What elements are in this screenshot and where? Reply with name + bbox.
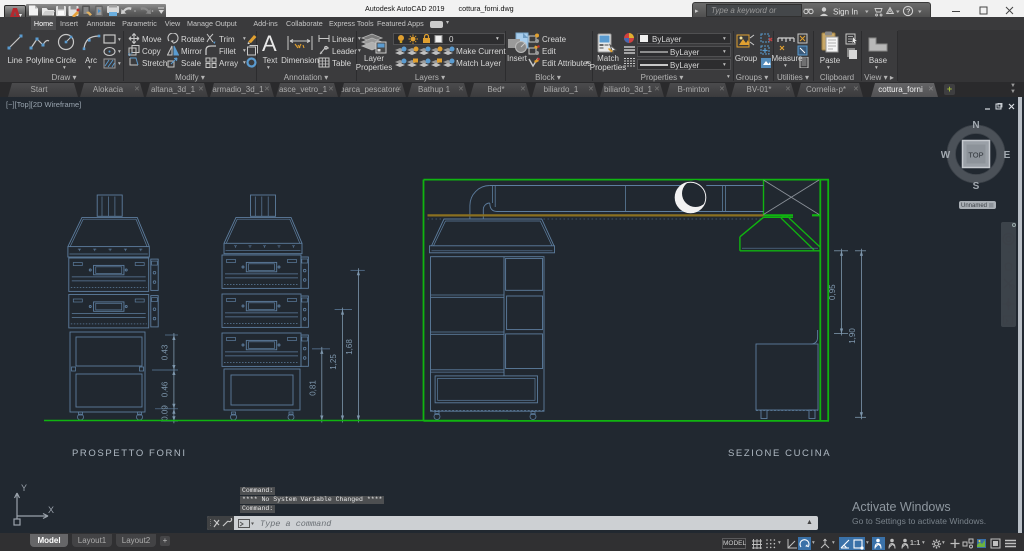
svg-text:o°: o°: [128, 52, 133, 56]
svg-text:1,68: 1,68: [345, 339, 354, 355]
svg-text:TOP: TOP: [968, 151, 983, 160]
svg-text:E: E: [1004, 150, 1011, 161]
svg-text:Unnamed: Unnamed: [961, 203, 987, 209]
svg-text:0.43: 0.43: [160, 344, 169, 360]
svg-text:N: N: [972, 120, 979, 131]
svg-text:1,25: 1,25: [329, 354, 338, 370]
svg-text:Sign In: Sign In: [833, 8, 858, 17]
svg-text:0.09: 0.09: [160, 405, 169, 421]
svg-text:A: A: [262, 32, 277, 54]
svg-text:X: X: [48, 505, 54, 515]
svg-text:PROSPETTO FORNI: PROSPETTO FORNI: [72, 448, 187, 459]
svg-text:0,95: 0,95: [828, 284, 837, 300]
svg-text:0.46: 0.46: [160, 381, 169, 397]
svg-text:SEZIONE CUCINA: SEZIONE CUCINA: [728, 448, 831, 459]
svg-text:0,81: 0,81: [308, 380, 317, 396]
svg-text:W: W: [941, 150, 951, 161]
svg-text:Y: Y: [21, 483, 27, 493]
svg-text:S: S: [973, 181, 980, 192]
svg-text:?: ?: [906, 9, 910, 16]
svg-text:1,90: 1,90: [848, 328, 857, 344]
